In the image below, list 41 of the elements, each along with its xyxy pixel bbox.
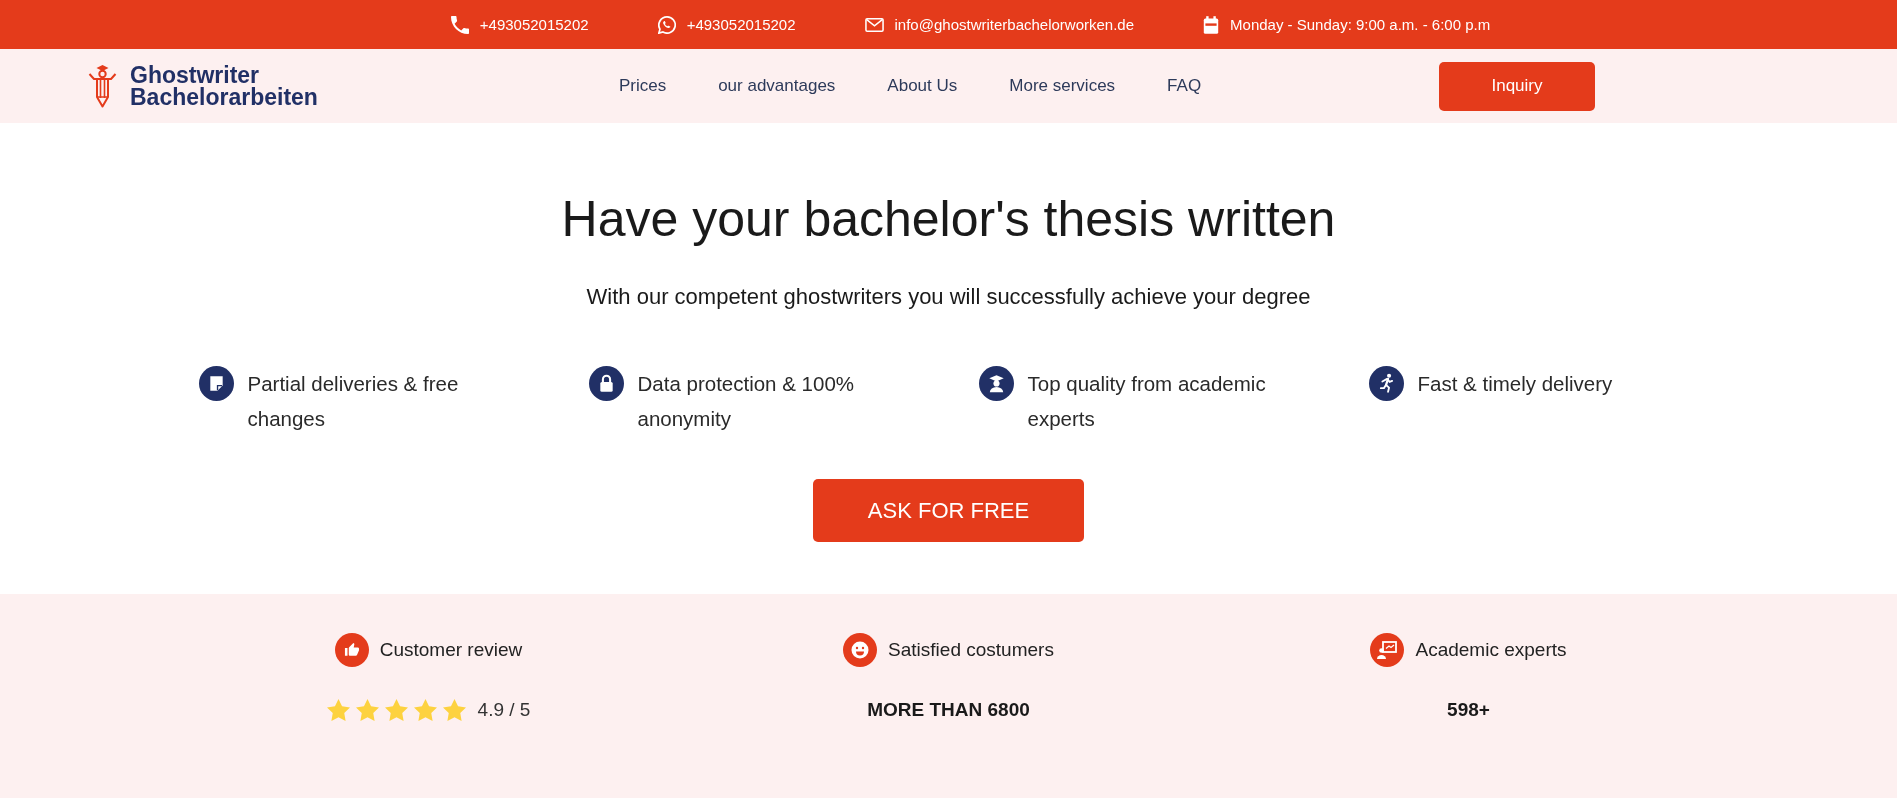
star-icon (384, 699, 408, 721)
phone-icon (450, 15, 469, 34)
inquiry-button[interactable]: Inquiry (1439, 61, 1595, 111)
envelope-icon (864, 17, 884, 32)
opening-hours: Monday - Sunday: 9:00 a.m. - 6:00 p.m (1230, 16, 1491, 33)
star-icon (442, 699, 466, 721)
stat-label: Satisfied costumers (888, 639, 1054, 661)
feature-text: Partial deliveries & free changes (247, 371, 460, 432)
star-icon (326, 699, 350, 721)
feature-text: Data protection & 100% anonymity (637, 371, 856, 432)
calendar-icon (1203, 15, 1220, 34)
nav-link[interactable]: More services (1009, 76, 1116, 96)
rating-value: 4.9 / 5 (477, 699, 531, 721)
hero-title: Have your bachelor's thesis written (561, 191, 1336, 248)
graduate-icon (978, 366, 1014, 401)
email-link[interactable]: info@ghostwriterbachelorworken.de (894, 16, 1135, 33)
nav-link[interactable]: FAQ (1167, 76, 1202, 96)
presenter-icon (1370, 633, 1405, 667)
logo-text[interactable]: Ghostwriter Bachelorarbeiten (130, 64, 318, 108)
ask-button[interactable]: ASK FOR FREE (813, 479, 1084, 542)
nav-link[interactable]: our advantages (718, 76, 836, 96)
star-icon (413, 699, 437, 721)
phone-number[interactable]: +493052015202 (479, 16, 589, 33)
feature-text: Top quality from academic experts (1027, 371, 1267, 432)
smiley-icon (843, 633, 878, 667)
lock-icon (588, 366, 624, 401)
stat-value: MORE THAN 6800 (867, 699, 1030, 721)
runner-icon (1368, 366, 1404, 401)
feature-text: Fast & timely delivery (1417, 371, 1614, 397)
thumbs-up-icon (334, 633, 369, 667)
nav-link[interactable]: Prices (618, 76, 667, 96)
nav-link[interactable]: About Us (887, 76, 958, 96)
note-icon (198, 366, 234, 401)
pencil-figure-icon[interactable] (88, 64, 117, 108)
stat-value: 598+ (1447, 699, 1490, 721)
stat-label: Academic experts (1415, 639, 1567, 661)
stat-label: Customer review (379, 639, 523, 661)
phone-number[interactable]: +493052015202 (686, 16, 796, 33)
hero-subtitle: With our competent ghostwriters you will successfully achieve your degree (586, 283, 1311, 311)
star-icon (355, 699, 379, 721)
chat-phone-icon (657, 15, 676, 34)
